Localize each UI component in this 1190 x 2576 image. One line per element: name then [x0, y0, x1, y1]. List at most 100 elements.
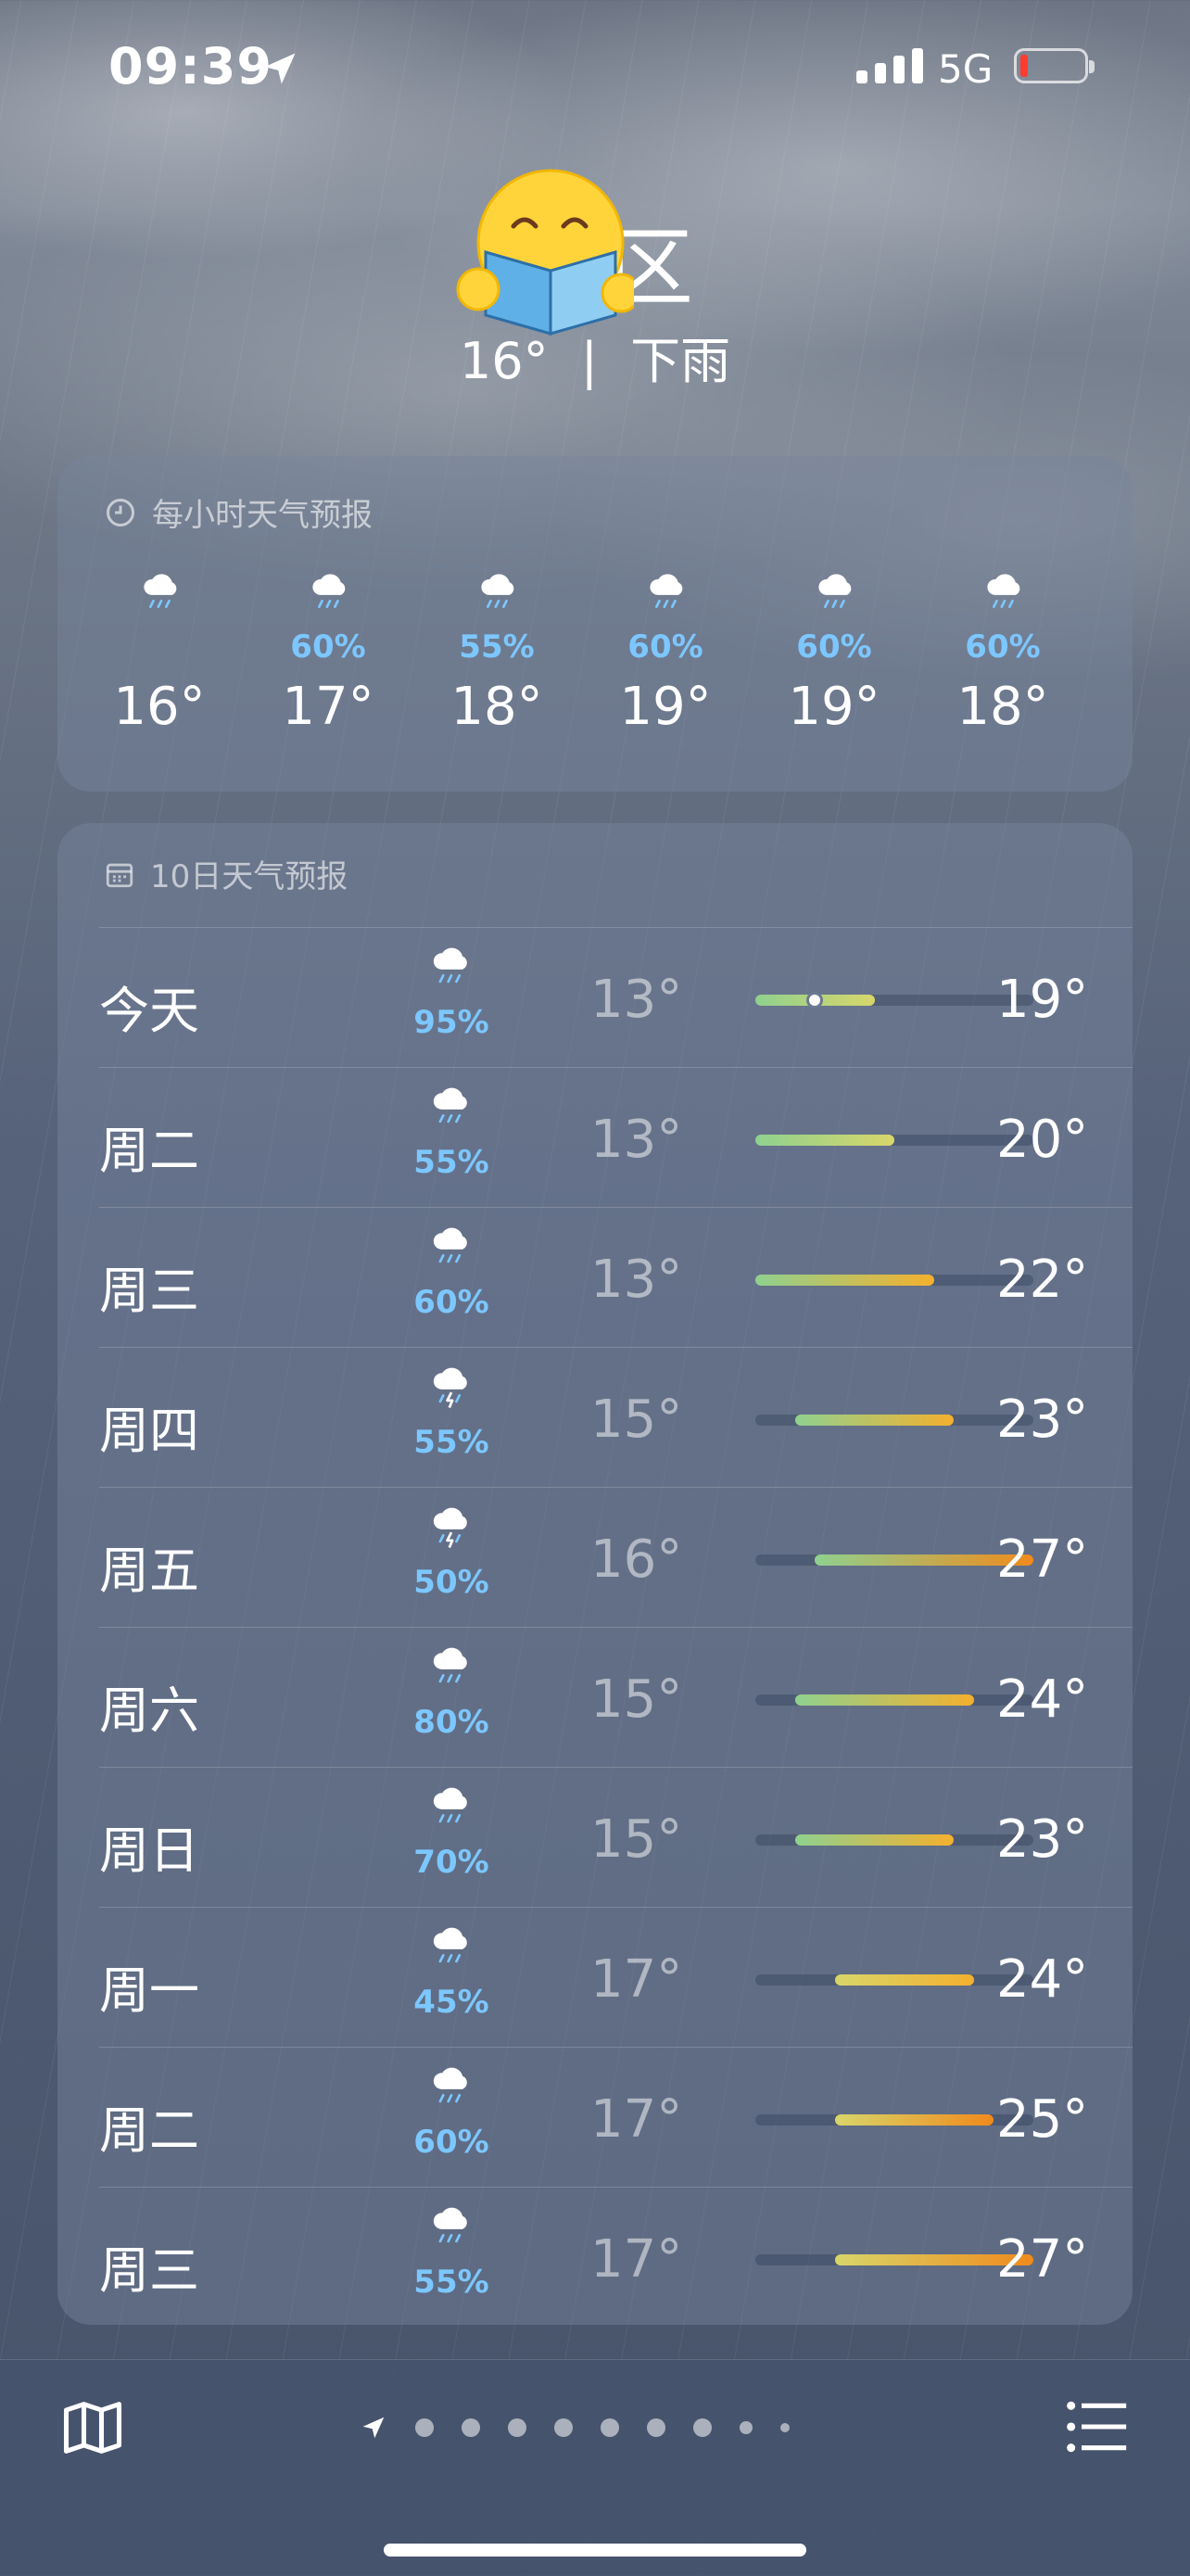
day-name: 周日 — [99, 1821, 199, 1880]
rain-cloud-icon — [298, 565, 361, 616]
rain-cloud-icon — [419, 1919, 484, 1972]
map-icon[interactable] — [57, 2392, 128, 2463]
page-dot[interactable] — [601, 2418, 619, 2437]
day-row[interactable]: 周日 70% 15° 23° — [99, 1767, 1133, 1909]
page-dot[interactable] — [780, 2423, 790, 2432]
day-name: 周一 — [99, 1961, 199, 2020]
day-name: 周五 — [99, 1542, 199, 1600]
page-dot[interactable] — [415, 2418, 434, 2437]
hour-temp: 18° — [450, 677, 543, 737]
hour-precip: 60% — [796, 628, 872, 666]
temp-range-fill — [755, 1275, 934, 1286]
temp-range-fill — [794, 1834, 955, 1846]
day-row[interactable]: 周一 45% 17° 24° — [99, 1907, 1133, 2049]
day-row[interactable]: 周二 55% 13° 20° — [99, 1067, 1133, 1209]
day-precip: 60% — [413, 1284, 489, 1321]
page-dot[interactable] — [647, 2418, 665, 2437]
day-precip: 60% — [413, 2124, 489, 2161]
day-precip: 50% — [413, 1564, 489, 1601]
day-row[interactable]: 周三 55% 17° 27° — [99, 2187, 1133, 2325]
clock-icon — [107, 498, 134, 527]
day-low: 15° — [590, 1669, 683, 1730]
hour-temp: 1 — [1088, 677, 1133, 737]
location-arrow-icon — [264, 53, 296, 84]
day-high: 20° — [996, 1110, 1089, 1170]
day-high: 24° — [996, 1669, 1089, 1730]
temp-range-fill — [755, 1135, 894, 1146]
separator: | — [580, 332, 598, 390]
page-dot[interactable] — [740, 2421, 753, 2434]
day-row[interactable]: 周二 60% 17° 25° — [99, 2047, 1133, 2189]
status-bar: 09:39 5G — [0, 0, 1190, 139]
day-low: 17° — [590, 1949, 683, 2010]
day-low: 17° — [590, 2089, 683, 2150]
temp-range-bar — [755, 992, 1033, 1009]
hourly-forecast-card[interactable]: 每小时天气预报 16° 60% 17° 55% 18° 60% 19° 60% 19° 60% 18… — [57, 456, 1133, 792]
status-time: 09:39 — [108, 37, 272, 95]
rain-cloud-icon — [467, 565, 530, 616]
day-precip: 55% — [413, 1424, 489, 1461]
day-name: 周三 — [99, 2241, 199, 2300]
day-precip: 95% — [413, 1004, 489, 1041]
day-name: 周六 — [99, 1681, 199, 1740]
day-precip: 80% — [413, 1704, 489, 1741]
hour-temp: 19° — [788, 677, 880, 737]
network-type: 5G — [938, 46, 994, 92]
hour-temp: 18° — [956, 677, 1049, 737]
temp-range-bar — [755, 1415, 1033, 1426]
temp-range-bar — [755, 2254, 1033, 2265]
temp-range-bar — [755, 2114, 1033, 2126]
daily-title: 10日天气预报 — [104, 851, 348, 896]
day-high: 23° — [996, 1390, 1089, 1450]
daily-forecast-card: 10日天气预报 今天 95% 13° 19° 周二 55% 13° 20° 周三 60% 13° 22… — [57, 823, 1133, 2325]
day-row[interactable]: 周五 50% 16° 27° — [99, 1487, 1133, 1629]
rain-cloud-icon — [804, 565, 867, 616]
hour-precip: 5 — [1088, 628, 1133, 666]
location-page-icon[interactable] — [360, 2414, 387, 2442]
day-name: 周三 — [99, 1262, 199, 1320]
page-dot[interactable] — [462, 2418, 480, 2437]
current-temperature: 16° — [459, 332, 549, 390]
day-row[interactable]: 周六 80% 15° 24° — [99, 1627, 1133, 1769]
current-conditions: 16° | 下雨 — [0, 320, 1190, 393]
battery-icon — [1014, 48, 1095, 83]
day-name: 周二 — [99, 1122, 199, 1180]
rain-cloud-icon — [419, 2199, 484, 2252]
hourly-list[interactable]: 16° 60% 17° 55% 18° 60% 19° 60% 19° 60% 18° 5 1 — [57, 565, 1133, 779]
day-row[interactable]: 今天 95% 13° 19° — [99, 927, 1133, 1069]
hourly-title: 每小时天气预报 — [104, 489, 373, 535]
cellular-signal-icon — [856, 48, 923, 83]
page-dot[interactable] — [554, 2418, 573, 2437]
page-dot[interactable] — [508, 2418, 526, 2437]
temp-range-fill — [794, 1415, 955, 1426]
page-indicator[interactable] — [360, 2414, 790, 2442]
page-dot[interactable] — [693, 2418, 712, 2437]
day-precip: 45% — [413, 1984, 489, 2021]
day-low: 13° — [590, 970, 683, 1030]
rain-cloud-icon — [419, 2059, 484, 2112]
temp-range-bar — [755, 1554, 1033, 1566]
day-precip: 55% — [413, 2264, 489, 2301]
bottom-toolbar — [0, 2359, 1190, 2576]
calendar-icon — [106, 863, 133, 887]
day-low: 17° — [590, 2229, 683, 2290]
day-precip: 55% — [413, 1144, 489, 1181]
day-name: 周四 — [99, 1402, 199, 1460]
day-row[interactable]: 周三 60% 13° 22° — [99, 1207, 1133, 1349]
rain-cloud-icon — [419, 939, 484, 992]
day-low: 16° — [590, 1529, 683, 1590]
home-indicator[interactable] — [384, 2544, 806, 2557]
hour-temp: 19° — [619, 677, 712, 737]
rain-cloud-icon — [419, 1639, 484, 1692]
day-low: 15° — [590, 1809, 683, 1870]
temp-range-fill — [794, 1694, 974, 1706]
hour-precip: 55% — [459, 628, 535, 666]
day-name: 今天 — [99, 982, 199, 1040]
rain-cloud-icon — [130, 565, 193, 616]
list-icon[interactable] — [1066, 2397, 1129, 2456]
temp-range-bar — [755, 1694, 1033, 1706]
hour-precip: 60% — [627, 628, 703, 666]
temp-range-bar — [755, 1135, 1033, 1146]
day-row[interactable]: 周四 55% 15° 23° — [99, 1347, 1133, 1489]
hour-precip: 60% — [290, 628, 366, 666]
